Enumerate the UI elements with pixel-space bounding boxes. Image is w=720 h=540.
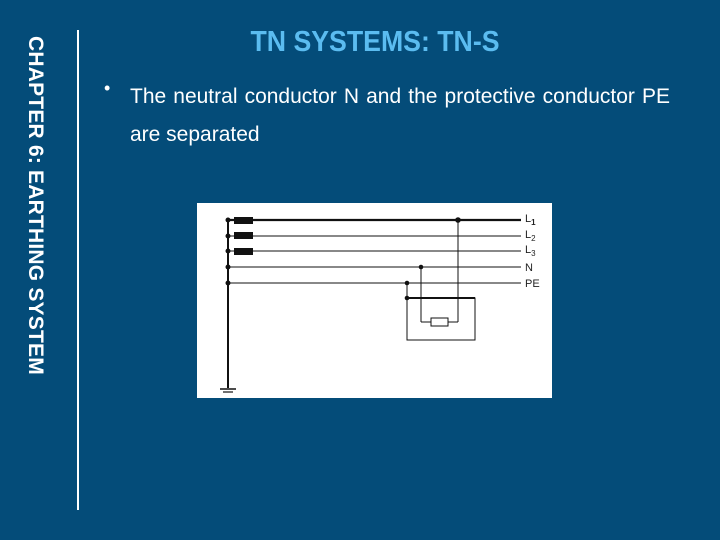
winding-l1 xyxy=(234,217,253,224)
label-l3: L3 xyxy=(525,244,536,258)
junction-dot xyxy=(225,264,231,270)
bullet-marker: • xyxy=(104,78,111,98)
chapter-title: CHAPTER 6: EARTHING SYSTEM xyxy=(24,36,47,375)
junction-dot xyxy=(225,217,231,223)
label-l2: L2 xyxy=(525,229,536,243)
label-n: N xyxy=(525,262,533,274)
junction-dot xyxy=(225,280,231,286)
bullet-text: The neutral conductor N and the protecti… xyxy=(130,85,670,146)
junction-dot xyxy=(455,217,461,223)
sidebar-divider xyxy=(77,30,79,510)
junction-dot xyxy=(418,264,424,270)
junction-dot xyxy=(404,280,410,286)
earth-ground-icon xyxy=(220,388,236,393)
wiring-diagram-svg: L1 L2 L3 N PE xyxy=(220,213,540,393)
junction-dot xyxy=(225,233,231,239)
slide-title: TN SYSTEMS: TN-S xyxy=(250,26,500,58)
label-pe: PE xyxy=(525,278,540,290)
tn-s-diagram: L1 L2 L3 N PE xyxy=(197,203,552,398)
junction-dot xyxy=(225,248,231,254)
load-resistor-icon xyxy=(430,317,449,327)
winding-l2 xyxy=(234,232,253,239)
junction-dot xyxy=(404,295,410,301)
label-l1: L1 xyxy=(525,213,536,227)
winding-l3 xyxy=(234,248,253,255)
